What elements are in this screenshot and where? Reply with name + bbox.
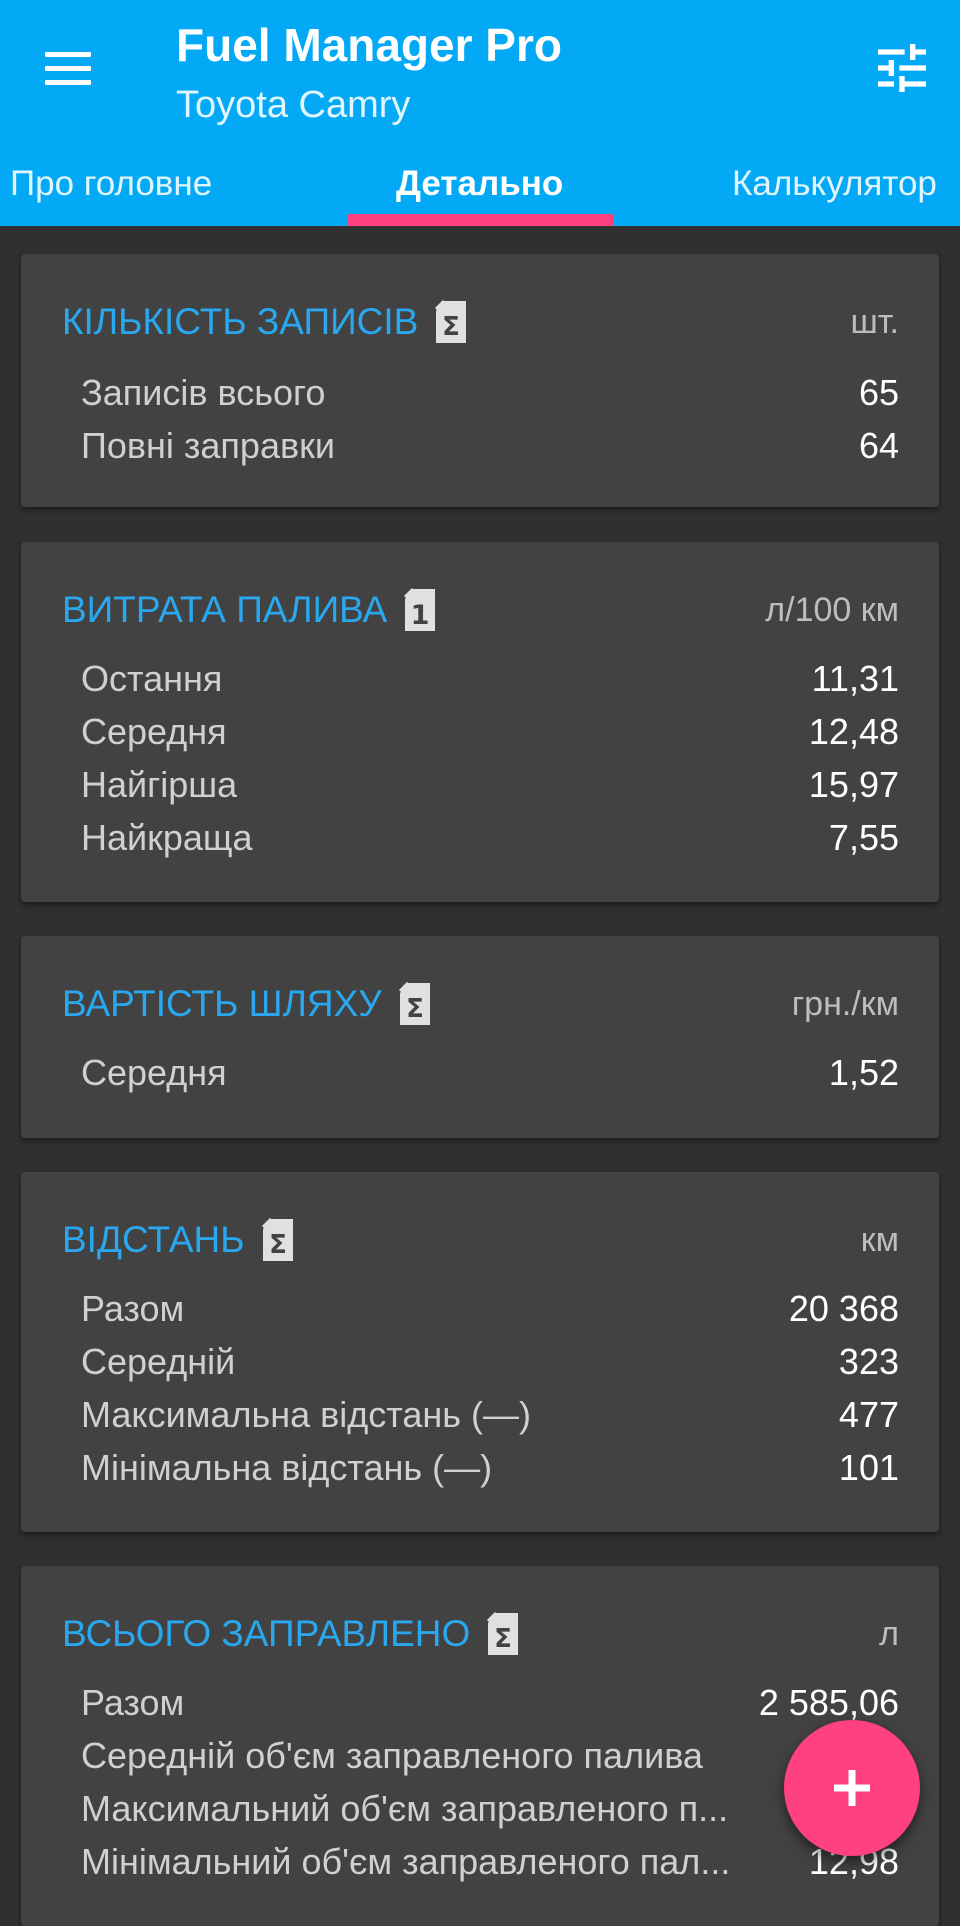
card-title: КІЛЬКІСТЬ ЗАПИСІВ	[62, 301, 419, 342]
card-rows: Остання 11,31 Середня 12,48 Найгірша 15,97 …	[81, 652, 899, 864]
stat-row: Максимальний об'єм заправленого п...	[81, 1782, 899, 1835]
stat-row: Мінімальний об'єм заправленого пал... 12,…	[81, 1835, 899, 1888]
menu-icon-bar	[45, 51, 91, 57]
add-record-button[interactable]	[784, 1720, 920, 1856]
stat-label: Середня	[81, 710, 227, 752]
app-bar: Fuel Manager Pro Toyota Camry Про головн…	[0, 0, 960, 226]
card-title: ВСЬОГО ЗАПРАВЛЕНО	[62, 1613, 471, 1654]
card-header: ВСЬОГО ЗАПРАВЛЕНО Σ л	[62, 1606, 899, 1662]
jerrycan-sigma-icon: Σ	[484, 1611, 522, 1657]
stat-row: Разом 20 368	[81, 1282, 899, 1335]
stat-label: Найгірша	[81, 763, 238, 805]
card-unit: шт.	[850, 302, 899, 341]
plus-icon	[834, 1770, 870, 1806]
stat-row: Разом 2 585,06	[81, 1676, 899, 1729]
stat-label: Максимальна відстань (—)	[81, 1393, 531, 1435]
card-unit: грн./км	[791, 984, 899, 1023]
stat-value: 65	[858, 371, 899, 413]
stat-value: 101	[838, 1446, 899, 1488]
svg-text:Σ: Σ	[442, 312, 460, 342]
stat-label: Середній	[81, 1340, 236, 1382]
stat-label: Мінімальна відстань (—)	[81, 1446, 493, 1488]
menu-button[interactable]	[28, 36, 108, 100]
card-rows: Середня 1,52	[81, 1046, 899, 1099]
svg-text:Σ: Σ	[494, 1624, 512, 1654]
card-unit: км	[860, 1220, 899, 1259]
jerrycan-sigma-icon: Σ	[259, 1217, 297, 1263]
card-rows: Разом 2 585,06 Середній об'єм заправленог…	[81, 1676, 899, 1888]
menu-icon-bar	[45, 79, 91, 85]
svg-text:1: 1	[411, 600, 430, 631]
stat-label: Середній об'єм заправленого палива	[81, 1734, 703, 1776]
stat-label: Найкраща	[81, 816, 253, 858]
stat-value: 323	[838, 1340, 899, 1382]
card-title: ВИТРАТА ПАЛИВА	[62, 589, 388, 630]
stat-value: 2 585,06	[758, 1681, 899, 1723]
tab-overview[interactable]: Про головне	[10, 164, 212, 204]
stat-label: Разом	[81, 1287, 185, 1329]
card-title: ВІДСТАНЬ	[62, 1219, 245, 1260]
card-unit: л	[879, 1614, 899, 1653]
stat-row: Середній об'єм заправленого палива	[81, 1729, 899, 1782]
active-tab-indicator	[348, 214, 613, 226]
card-header: ВІДСТАНЬ Σ км	[62, 1212, 899, 1268]
app-title: Fuel Manager Pro	[176, 19, 562, 71]
jerrycan-sigma-icon: Σ	[396, 981, 434, 1027]
card-rows: Разом 20 368 Середній 323 Максимальна відс…	[81, 1282, 899, 1494]
stat-row: Середня 12,48	[81, 705, 899, 758]
svg-text:Σ: Σ	[269, 1230, 287, 1260]
stat-value: 1,52	[828, 1051, 899, 1093]
vehicle-subtitle[interactable]: Toyota Camry	[176, 84, 410, 127]
tune-icon	[878, 44, 926, 92]
stat-value: 20 368	[788, 1287, 899, 1329]
stat-value: 64	[858, 424, 899, 466]
card-header: ВИТРАТА ПАЛИВА 1 л/100 км	[62, 582, 899, 638]
stat-value: 12,48	[808, 710, 899, 752]
stat-row: Найкраща 7,55	[81, 811, 899, 864]
stat-row: Повні заправки 64	[81, 419, 899, 472]
fuel-consumption-card: ВИТРАТА ПАЛИВА 1 л/100 км Остання 11,31 С…	[21, 542, 939, 902]
stat-label: Разом	[81, 1681, 185, 1723]
records-count-card: КІЛЬКІСТЬ ЗАПИСІВ Σ шт. Записів всього 65…	[21, 254, 939, 507]
menu-icon-bar	[45, 65, 91, 71]
stat-row: Максимальна відстань (—) 477	[81, 1388, 899, 1441]
card-unit: л/100 км	[765, 590, 899, 629]
stat-row: Найгірша 15,97	[81, 758, 899, 811]
stat-label: Середня	[81, 1051, 227, 1093]
trip-cost-card: ВАРТІСТЬ ШЛЯХУ Σ грн./км Середня 1,52	[21, 936, 939, 1138]
card-header: КІЛЬКІСТЬ ЗАПИСІВ Σ шт.	[62, 294, 899, 350]
card-rows: Записів всього 65 Повні заправки 64	[81, 366, 899, 472]
tab-details[interactable]: Детально	[396, 164, 563, 204]
stat-label: Мінімальний об'єм заправленого пал...	[81, 1840, 731, 1882]
distance-card: ВІДСТАНЬ Σ км Разом 20 368 Середній 323 Ма…	[21, 1172, 939, 1532]
stat-label: Повні заправки	[81, 424, 335, 466]
stat-row: Середня 1,52	[81, 1046, 899, 1099]
stat-row: Середній 323	[81, 1335, 899, 1388]
stat-value: 15,97	[808, 763, 899, 805]
filter-button[interactable]	[870, 36, 934, 100]
stat-value: 7,55	[828, 816, 899, 858]
card-header: ВАРТІСТЬ ШЛЯХУ Σ грн./км	[62, 976, 899, 1032]
stat-row: Записів всього 65	[81, 366, 899, 419]
stat-value: 477	[838, 1393, 899, 1435]
tab-calculator[interactable]: Калькулятор	[732, 164, 937, 204]
stat-label: Записів всього	[81, 371, 326, 413]
stat-row: Мінімальна відстань (—) 101	[81, 1441, 899, 1494]
stat-row: Остання 11,31	[81, 652, 899, 705]
stat-label: Остання	[81, 657, 223, 699]
stat-label: Максимальний об'єм заправленого п...	[81, 1787, 729, 1829]
card-title: ВАРТІСТЬ ШЛЯХУ	[62, 983, 382, 1024]
jerrycan-one-icon: 1	[401, 587, 439, 633]
jerrycan-sigma-icon: Σ	[432, 299, 470, 345]
stat-value: 11,31	[811, 657, 899, 699]
svg-text:Σ: Σ	[406, 994, 424, 1024]
